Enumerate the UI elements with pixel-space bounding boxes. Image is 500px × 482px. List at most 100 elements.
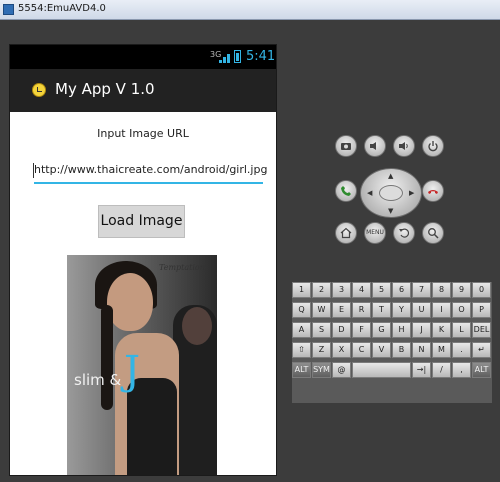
power-button[interactable] [422,135,444,157]
alt-key-right[interactable]: ALT [472,362,491,378]
home-button[interactable] [335,222,357,244]
text-caret [33,163,34,178]
input-label: Input Image URL [97,127,189,140]
camera-icon [341,143,351,150]
emulator-keyboard: 1 2 3 4 5 6 7 8 9 0 Q W E R T Y U I O P … [292,282,492,403]
url-input-value: http://www.thaicreate.com/android/girl.j… [34,163,268,176]
camera-button[interactable] [335,135,357,157]
key[interactable]: S [312,322,331,338]
comma-key[interactable]: , [452,362,471,378]
call-button[interactable] [335,180,357,202]
volume-up-button[interactable] [393,135,415,157]
menu-icon: MENU [366,229,384,236]
background-head [182,307,212,345]
key[interactable]: 5 [372,282,391,298]
key[interactable]: J [412,322,431,338]
key[interactable]: E [332,302,351,318]
key[interactable]: Q [292,302,311,318]
shift-key[interactable]: ⇧ [292,342,311,358]
key[interactable]: T [372,302,391,318]
call-icon [341,186,351,196]
enter-key[interactable]: ↵ [472,342,491,358]
home-icon [340,227,352,239]
key[interactable]: 7 [412,282,431,298]
at-key[interactable]: @ [332,362,351,378]
key[interactable]: U [412,302,431,318]
device-screen: 3G 5:41 My App V 1.0 Input Image URL htt… [9,44,277,476]
key[interactable]: R [352,302,371,318]
end-call-icon [428,190,438,194]
key[interactable]: P [472,302,491,318]
signal-bars-icon [219,54,230,63]
volume-down-icon [370,142,376,150]
volume-up-icon [399,142,408,150]
dpad-up-icon: ▲ [388,172,394,180]
key[interactable]: K [432,322,451,338]
image-title-text: Temptation [159,263,205,272]
emulator-area: 3G 5:41 My App V 1.0 Input Image URL htt… [0,20,500,476]
key[interactable]: 2 [312,282,331,298]
status-time: 5:41 [246,49,276,64]
delete-key[interactable]: DEL [472,322,491,338]
image-accent-letter: J [124,348,141,394]
back-icon [399,228,410,238]
power-icon [428,141,438,152]
key[interactable]: N [412,342,431,358]
key[interactable]: 3 [332,282,351,298]
emulator-controls: ▲ ▼ ◀ ▶ MENU 1 2 3 4 5 6 7 8 9 0 Q W E R… [280,50,500,482]
key[interactable]: O [452,302,471,318]
battery-icon [234,50,241,63]
slash-key[interactable]: / [432,362,451,378]
status-bar: 3G 5:41 [10,45,276,69]
app-title: My App V 1.0 [55,80,155,98]
back-button[interactable] [393,222,415,244]
search-icon [428,228,439,239]
load-image-button[interactable]: Load Image [98,205,185,238]
key[interactable]: D [332,322,351,338]
key[interactable]: M [432,342,451,358]
dpad[interactable]: ▲ ▼ ◀ ▶ [360,168,422,218]
key[interactable]: Z [312,342,331,358]
loaded-image: Temptation slim & J [67,255,217,475]
app-window-icon [3,4,14,15]
key[interactable]: Y [392,302,411,318]
key[interactable]: H [392,322,411,338]
dpad-right-icon: ▶ [409,189,415,197]
key[interactable]: G [372,322,391,338]
key[interactable]: I [432,302,451,318]
key[interactable]: 4 [352,282,371,298]
key[interactable]: 0 [472,282,491,298]
dpad-down-icon: ▼ [388,207,394,215]
key[interactable]: 8 [432,282,451,298]
app-content: Input Image URL http://www.thaicreate.co… [10,112,276,475]
action-bar: My App V 1.0 [10,69,276,112]
key[interactable]: 1 [292,282,311,298]
url-input[interactable]: http://www.thaicreate.com/android/girl.j… [33,160,267,184]
key[interactable]: B [392,342,411,358]
volume-down-button[interactable] [364,135,386,157]
key[interactable]: V [372,342,391,358]
key[interactable]: X [332,342,351,358]
key[interactable]: F [352,322,371,338]
app-icon [32,83,46,97]
end-call-button[interactable] [422,180,444,202]
search-button[interactable] [422,222,444,244]
key[interactable]: L [452,322,471,338]
dpad-left-icon: ◀ [367,189,373,197]
key[interactable]: A [292,322,311,338]
space-key[interactable] [352,362,411,378]
key[interactable]: . [452,342,471,358]
alt-key-left[interactable]: ALT [292,362,311,378]
model-face [107,273,153,331]
key[interactable]: W [312,302,331,318]
sym-key[interactable]: SYM [312,362,331,378]
key[interactable]: C [352,342,371,358]
window-titlebar: 5554:EmuAVD4.0 [0,0,500,20]
key[interactable]: 9 [452,282,471,298]
menu-button[interactable]: MENU [364,222,386,244]
dpad-center-button[interactable] [379,185,403,201]
key[interactable]: 6 [392,282,411,298]
image-slogan: slim & [74,371,122,389]
tab-key[interactable]: →| [412,362,431,378]
model-braid [101,305,113,410]
